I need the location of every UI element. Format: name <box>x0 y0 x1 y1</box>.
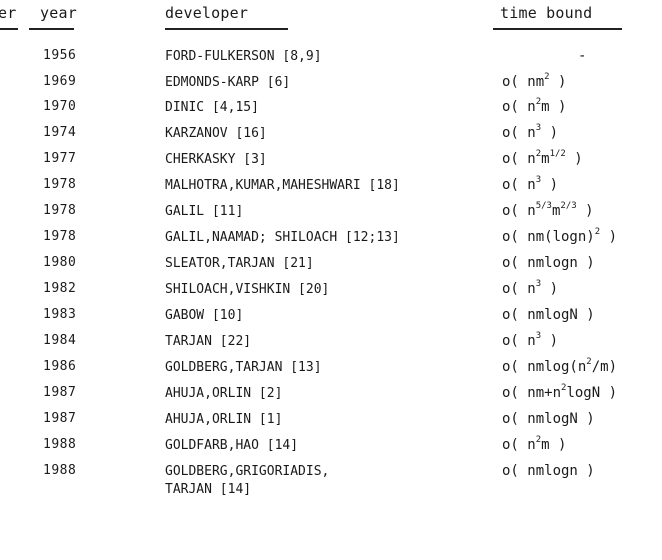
table-row: 1987 AHUJA,ORLIN [1] o( nmlogN ) <box>0 411 662 431</box>
row-time-bound: o( n3 ) <box>502 123 558 142</box>
row-developer: GOLDFARB,HAO [14] <box>165 438 299 453</box>
row-time-bound: o( n5/3m2/3 ) <box>502 201 594 220</box>
row-time-bound: o( nmlogN ) <box>502 307 595 323</box>
row-year: 1978 <box>43 177 77 192</box>
row-time-bound: o( nmlogn ) <box>502 255 595 271</box>
row-year: 1982 <box>43 281 77 296</box>
row-developer: TARJAN [22] <box>165 334 252 349</box>
row-year: 1978 <box>43 203 77 218</box>
row-developer: GALIL,NAAMAD; SHILOACH [12;13] <box>165 230 400 245</box>
row-year: 1978 <box>43 229 77 244</box>
row-year: 1988 <box>43 463 77 478</box>
row-year: 1969 <box>43 74 77 89</box>
row-year: 1983 <box>43 307 77 322</box>
table-row: 1988 GOLDFARB,HAO [14] o( n2m ) <box>0 435 662 457</box>
row-time-bound: o( nm2 ) <box>502 72 567 91</box>
table-row: 1978 GALIL [11] o( n5/3m2/3 ) <box>0 201 662 223</box>
header-developer-underline <box>165 28 288 30</box>
header-time-bound-underline <box>493 28 622 30</box>
row-year: 1988 <box>43 437 77 452</box>
row-year: 1987 <box>43 411 77 426</box>
header-number: er <box>0 4 17 22</box>
row-time-bound: o( nmlogn ) <box>502 463 595 479</box>
row-time-bound: o( nm+n2logN ) <box>502 383 618 402</box>
row-time-bound: o( n3 ) <box>502 331 558 350</box>
row-time-bound: o( n2m ) <box>502 97 567 116</box>
table-row: 1980 SLEATOR,TARJAN [21] o( nmlogn ) <box>0 255 662 275</box>
table-row: 1983 GABOW [10] o( nmlogN ) <box>0 307 662 327</box>
row-year: 1970 <box>43 99 77 114</box>
header-time-bound: time bound <box>500 4 593 22</box>
row-year: 1974 <box>43 125 77 140</box>
row-developer: SLEATOR,TARJAN [21] <box>165 256 314 271</box>
row-developer: MALHOTRA,KUMAR,MAHESHWARI [18] <box>165 178 400 193</box>
row-developer: EDMONDS-KARP [6] <box>165 75 291 90</box>
row-time-bound: o( nmlogN ) <box>502 411 595 427</box>
header-number-underline <box>0 28 18 30</box>
row-year: 1986 <box>43 359 77 374</box>
row-time-bound: - <box>578 48 587 64</box>
row-developer: AHUJA,ORLIN [1] <box>165 412 283 427</box>
row-developer: GOLDBERG,TARJAN [13] <box>165 360 322 375</box>
row-year: 1956 <box>43 48 77 63</box>
row-developer: GABOW [10] <box>165 308 244 323</box>
table-row: 1977 CHERKASKY [3] o( n2m1/2 ) <box>0 149 662 171</box>
row-developer: FORD-FULKERSON [8,9] <box>165 49 322 64</box>
table-row: 1988 GOLDBERG,GRIGORIADIS, TARJAN [14] o( … <box>0 463 662 497</box>
table-row: 1970 DINIC [4,15] o( n2m ) <box>0 97 662 119</box>
row-time-bound: o( n2m1/2 ) <box>502 149 583 168</box>
row-time-bound: o( nm(logn)2 ) <box>502 227 617 246</box>
row-developer: SHILOACH,VISHKIN [20] <box>165 282 330 297</box>
row-time-bound: o( n2m ) <box>502 435 567 454</box>
table-row: 1978 MALHOTRA,KUMAR,MAHESHWARI [18] o( n3 … <box>0 175 662 197</box>
row-time-bound: o( n3 ) <box>502 279 558 298</box>
row-year: 1977 <box>43 151 77 166</box>
table-row: 1974 KARZANOV [16] o( n3 ) <box>0 123 662 145</box>
row-developer: KARZANOV [16] <box>165 126 267 141</box>
row-year: 1980 <box>43 255 77 270</box>
row-year: 1987 <box>43 385 77 400</box>
header-year: year <box>40 4 77 22</box>
table-row: 1982 SHILOACH,VISHKIN [20] o( n3 ) <box>0 279 662 301</box>
header-developer: developer <box>165 4 249 22</box>
table-row: 1956 FORD-FULKERSON [8,9] - <box>0 48 662 68</box>
row-developer: DINIC [4,15] <box>165 100 259 115</box>
row-time-bound: o( nmlog(n2/m) <box>502 357 618 376</box>
row-developer: GALIL [11] <box>165 204 244 219</box>
row-year: 1984 <box>43 333 77 348</box>
table-row: 1978 GALIL,NAAMAD; SHILOACH [12;13] o( nm(… <box>0 227 662 249</box>
table-row: 1969 EDMONDS-KARP [6] o( nm2 ) <box>0 72 662 94</box>
table-row: 1984 TARJAN [22] o( n3 ) <box>0 331 662 353</box>
row-developer: CHERKASKY [3] <box>165 152 267 167</box>
row-developer: GOLDBERG,GRIGORIADIS, TARJAN [14] <box>165 464 330 497</box>
table-row: 1986 GOLDBERG,TARJAN [13] o( nmlog(n2/m) <box>0 357 662 379</box>
row-developer: AHUJA,ORLIN [2] <box>165 386 283 401</box>
table-row: 1987 AHUJA,ORLIN [2] o( nm+n2logN ) <box>0 383 662 405</box>
header-year-underline <box>29 28 74 30</box>
row-time-bound: o( n3 ) <box>502 175 558 194</box>
